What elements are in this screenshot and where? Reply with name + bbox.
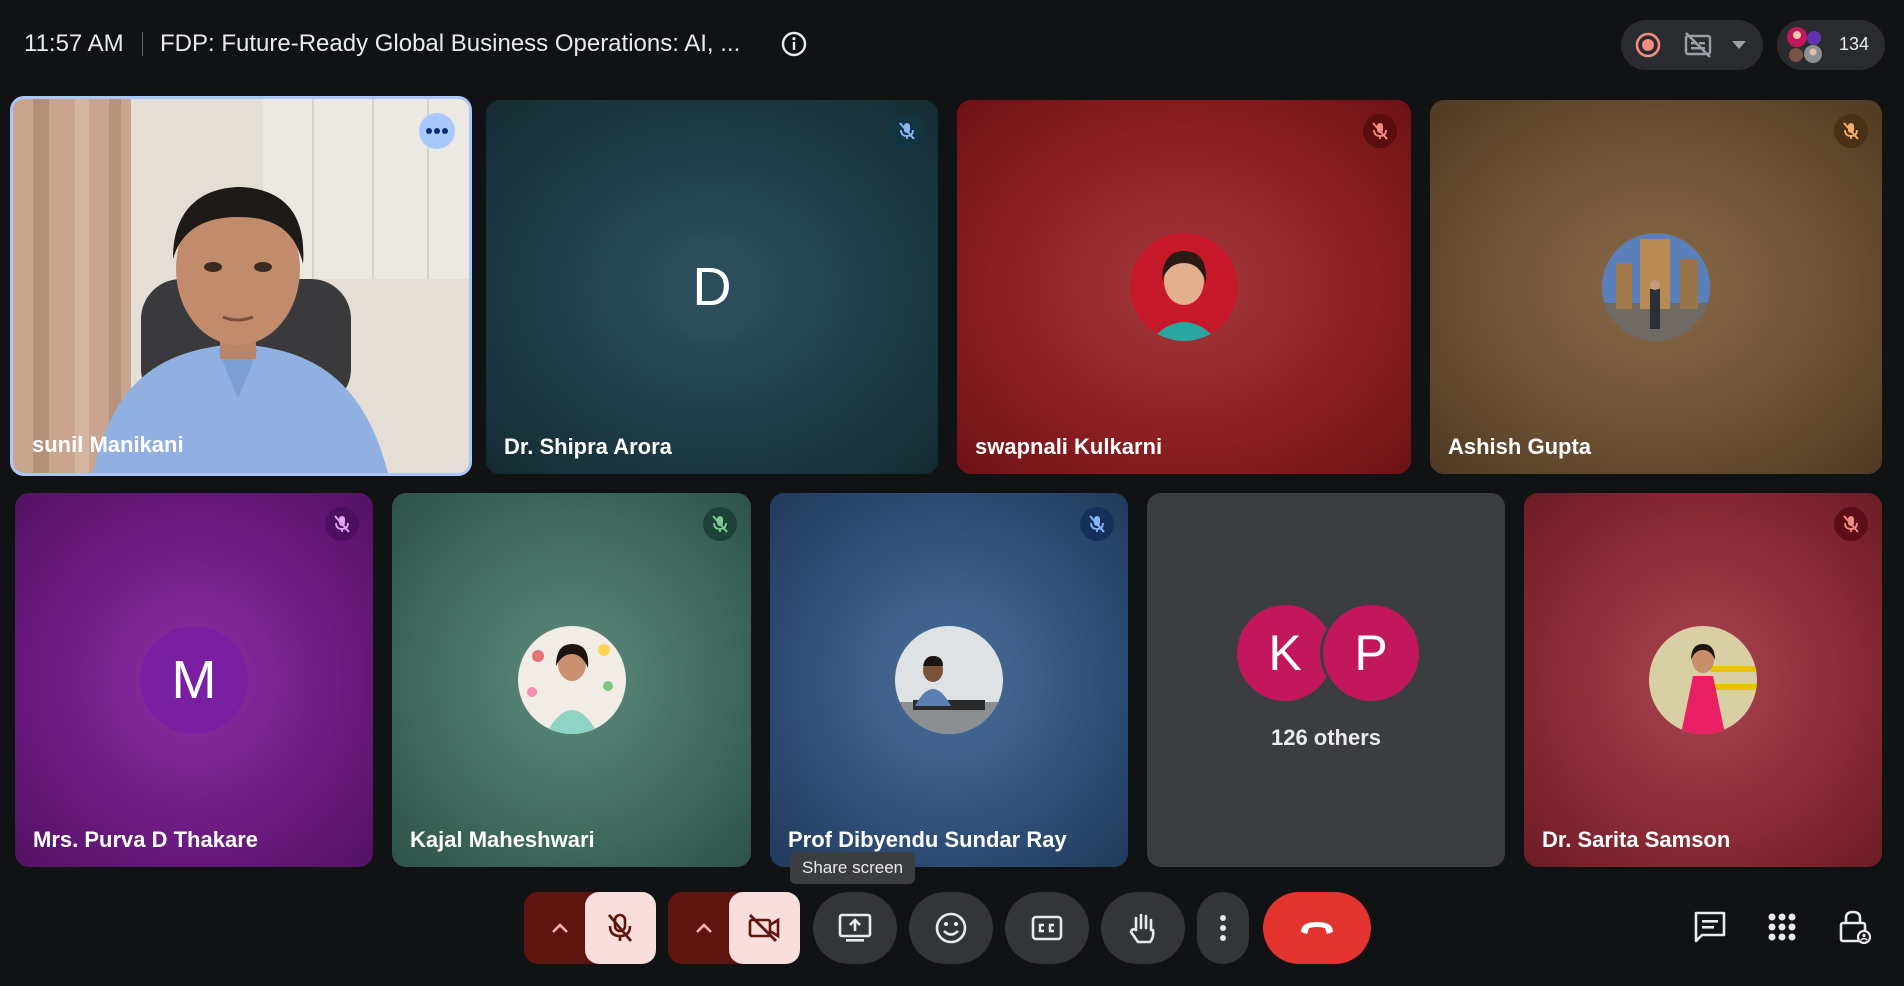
- camera-feed: [13, 99, 469, 473]
- others-label: 126 others: [1270, 725, 1382, 750]
- video-tile-ashish-gupta[interactable]: Ashish Gupta: [1430, 100, 1882, 474]
- chat-button[interactable]: [1692, 909, 1728, 945]
- mic-off-badge: [890, 114, 924, 148]
- clock: 11:57 AM: [24, 30, 124, 57]
- avatar: [517, 626, 626, 734]
- mic-off-badge: [325, 507, 359, 541]
- video-tile-sunil-manikani[interactable]: sunil Manikani: [10, 96, 472, 476]
- chevron-up-icon: [552, 923, 568, 933]
- leave-call-button[interactable]: [1263, 892, 1371, 964]
- video-tile-sarita-samson[interactable]: Dr. Sarita Samson: [1524, 493, 1882, 867]
- avatar: [895, 626, 1003, 734]
- chevron-down-icon[interactable]: [1729, 37, 1749, 53]
- recording-controls[interactable]: [1621, 20, 1763, 70]
- video-tile-purva-thakare[interactable]: M Mrs. Purva D Thakare: [15, 493, 373, 867]
- host-controls-icon: [1839, 910, 1872, 945]
- video-tile-kajal-maheshwari[interactable]: Kajal Maheshwari: [392, 493, 751, 867]
- emoji-icon: [935, 912, 967, 944]
- mic-off-icon: [712, 515, 728, 533]
- mic-off-icon: [1843, 515, 1859, 533]
- mic-off-icon: [1372, 122, 1388, 140]
- avatar: P: [1323, 605, 1419, 701]
- participant-name: Mrs. Purva D Thakare: [33, 827, 258, 852]
- participant-name: swapnali Kulkarni: [975, 434, 1163, 459]
- avatar: D: [658, 233, 766, 341]
- camera-off-icon: [748, 914, 780, 942]
- mic-off-icon: [899, 122, 915, 140]
- share-screen-tooltip: Share screen: [790, 852, 916, 884]
- avatar: [1602, 233, 1710, 341]
- camera-control-group: [668, 892, 800, 964]
- participant-name: Dr. Shipra Arora: [504, 434, 672, 459]
- camera-toggle-button[interactable]: [729, 892, 800, 964]
- participant-count: 134: [1839, 34, 1870, 54]
- captions-icon: [1031, 915, 1063, 941]
- mic-off-badge: [1834, 507, 1868, 541]
- chat-icon: [1694, 911, 1726, 943]
- mic-control-group: [524, 892, 656, 964]
- more-options-button[interactable]: [1197, 892, 1249, 964]
- apps-grid-icon: [1768, 913, 1796, 941]
- participant-name: sunil Manikani: [32, 432, 184, 457]
- participant-name: Kajal Maheshwari: [410, 827, 595, 852]
- mic-off-icon: [1843, 122, 1859, 140]
- raise-hand-button[interactable]: [1101, 892, 1185, 964]
- participant-name: Ashish Gupta: [1448, 434, 1592, 459]
- mic-off-badge: [1834, 114, 1868, 148]
- avatar: K: [1237, 605, 1333, 701]
- mic-off-icon: [1089, 515, 1105, 533]
- share-screen-button[interactable]: [813, 892, 897, 964]
- more-vert-icon: [1220, 915, 1226, 941]
- mic-off-badge: [1080, 507, 1114, 541]
- activities-button[interactable]: [1764, 909, 1800, 945]
- mic-off-badge: [1363, 114, 1397, 148]
- more-dots-icon: [426, 128, 448, 134]
- video-tile-dibyendu-sundar-ray[interactable]: Prof Dibyendu Sundar Ray: [770, 493, 1128, 867]
- reactions-button[interactable]: [909, 892, 993, 964]
- divider: [142, 32, 143, 56]
- record-icon[interactable]: [1635, 32, 1661, 58]
- avatar: [1130, 233, 1238, 341]
- top-bar: 11:57 AM FDP: Future-Ready Global Busine…: [0, 0, 1904, 88]
- info-icon[interactable]: [780, 30, 808, 58]
- mic-off-icon: [334, 515, 350, 533]
- hang-up-icon: [1301, 922, 1333, 934]
- avatar: M: [140, 626, 248, 734]
- present-screen-icon: [838, 913, 872, 942]
- chevron-up-icon: [696, 923, 712, 933]
- participant-name: Dr. Sarita Samson: [1542, 827, 1731, 852]
- more-options-button[interactable]: [419, 113, 455, 149]
- avatar: [1649, 626, 1757, 734]
- mic-off-icon: [607, 913, 633, 942]
- video-tile-swapnali-kulkarni[interactable]: swapnali Kulkarni: [957, 100, 1411, 474]
- mic-toggle-button[interactable]: [585, 892, 656, 964]
- raise-hand-icon: [1129, 913, 1155, 944]
- no-captions-icon[interactable]: [1683, 31, 1713, 59]
- host-controls-button[interactable]: [1836, 909, 1872, 945]
- others-tile[interactable]: K P 126 others: [1147, 493, 1505, 867]
- mic-off-badge: [703, 507, 737, 541]
- video-tile-shipra-arora[interactable]: D Dr. Shipra Arora: [486, 100, 938, 474]
- people-button[interactable]: 134: [1777, 20, 1885, 70]
- participant-avatars-icon: [1785, 25, 1825, 65]
- meeting-title: FDP: Future-Ready Global Business Operat…: [160, 30, 741, 57]
- participant-name: Prof Dibyendu Sundar Ray: [788, 827, 1067, 852]
- captions-button[interactable]: [1005, 892, 1089, 964]
